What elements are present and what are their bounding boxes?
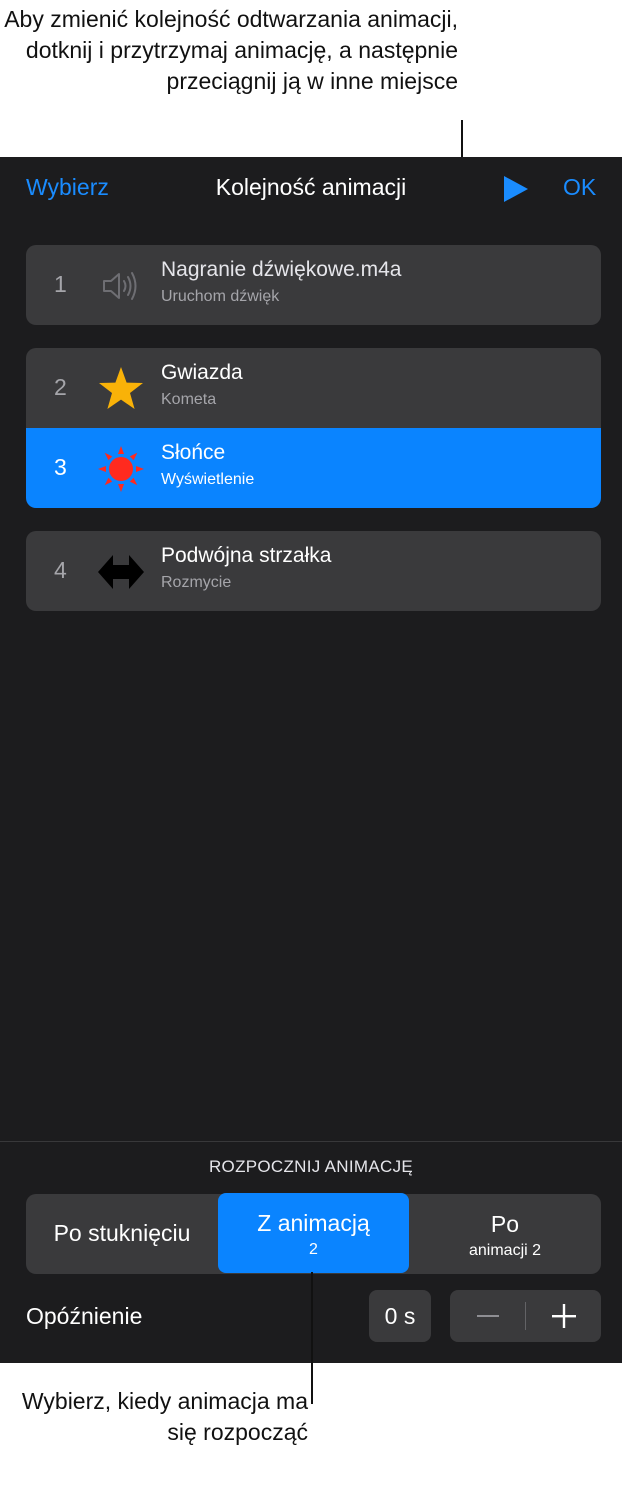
animation-effect: Kometa <box>161 391 217 408</box>
delay-label: Opóźnienie <box>26 1303 143 1329</box>
animation-number: 3 <box>54 454 67 480</box>
animation-effect: Wyświetlenie <box>161 471 255 488</box>
animation-number: 1 <box>54 271 67 297</box>
animation-order-panel: Wybierz Kolejność animacji OK 1 Nagranie… <box>0 157 622 1363</box>
delay-stepper <box>450 1290 601 1342</box>
double-arrow-icon <box>96 547 146 597</box>
callout-start: Wybierz, kiedy animacja ma się rozpocząć <box>21 1388 308 1445</box>
animation-row-1[interactable]: 1 Nagranie dźwiękowe.m4a Uruchom dźwięk <box>26 245 601 325</box>
delay-value[interactable]: 0 s <box>369 1290 431 1342</box>
select-button[interactable]: Wybierz <box>26 174 109 201</box>
speaker-icon <box>96 261 146 311</box>
decrement-button[interactable] <box>450 1290 525 1342</box>
animation-row-4[interactable]: 4 Podwójna strzałka Rozmycie <box>26 531 601 611</box>
option-label: Po <box>490 1211 520 1237</box>
animation-number: 2 <box>54 374 67 400</box>
nav-bar: Wybierz Kolejność animacji OK <box>0 157 622 223</box>
animation-title: Nagranie dźwiękowe.m4a <box>161 258 402 281</box>
plus-icon <box>552 1304 576 1328</box>
start-on-tap-option[interactable]: Po stuknięciu <box>26 1194 218 1274</box>
option-label: Po stuknięciu <box>53 1220 191 1246</box>
increment-button[interactable] <box>526 1290 601 1342</box>
option-sublabel: animacji 2 <box>468 1242 542 1259</box>
sun-icon <box>96 444 146 494</box>
callout-start-line <box>311 1272 313 1404</box>
callout-reorder: Aby zmienić kolejność odtwarzania animac… <box>4 6 458 94</box>
option-label: Z animacją <box>257 1210 370 1236</box>
ok-button[interactable]: OK <box>563 174 596 201</box>
animation-row-3[interactable]: 3 Słońce Wyświetlenie <box>26 428 601 508</box>
section-label: ROZPOCZNIJ ANIMACJĘ <box>208 1157 414 1176</box>
minus-icon <box>477 1315 499 1317</box>
start-with-animation-option[interactable]: Z animacją 2 <box>218 1193 409 1273</box>
start-after-animation-option[interactable]: Po animacji 2 <box>409 1194 601 1274</box>
start-segmented-control: Po stuknięciu Z animacją 2 Po animacji 2 <box>26 1193 601 1274</box>
play-icon[interactable] <box>502 174 530 204</box>
option-sublabel: 2 <box>309 1241 318 1258</box>
animation-number: 4 <box>54 557 67 583</box>
animation-effect: Rozmycie <box>161 574 232 591</box>
animation-effect: Uruchom dźwięk <box>161 288 280 305</box>
animation-title: Podwójna strzałka <box>161 544 332 567</box>
star-icon <box>96 364 146 414</box>
animation-title: Gwiazda <box>161 361 243 384</box>
animation-row-2[interactable]: 2 Gwiazda Kometa <box>26 348 601 428</box>
animation-title: Słońce <box>161 441 226 464</box>
